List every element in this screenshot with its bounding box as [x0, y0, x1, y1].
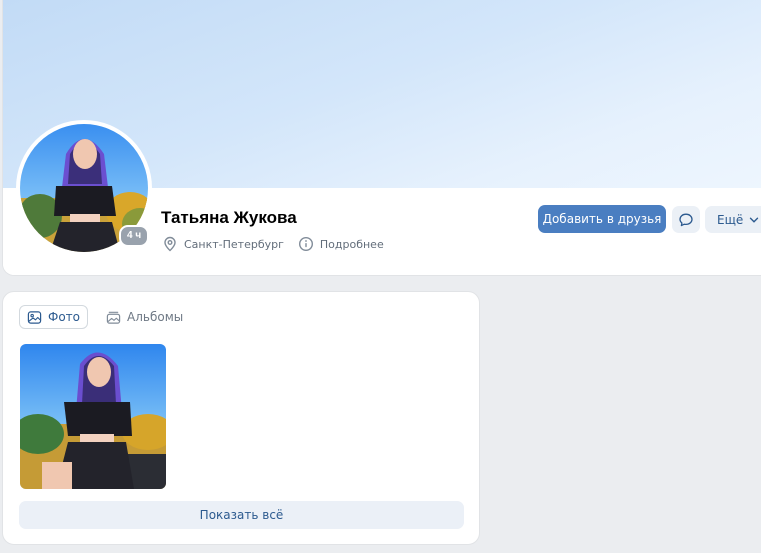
city-label: Санкт-Петербург [184, 237, 284, 251]
tab-albums-label: Альбомы [127, 310, 184, 324]
last-seen-badge: 4 ч [119, 225, 150, 247]
profile-meta: Санкт-Петербург Подробнее [162, 236, 384, 252]
details-link[interactable]: Подробнее [298, 236, 384, 252]
details-label: Подробнее [319, 237, 384, 251]
photo-image [20, 344, 166, 489]
location-pin-icon [164, 236, 176, 252]
message-button[interactable] [672, 206, 700, 233]
albums-icon [106, 311, 121, 324]
profile-name: Татьяна Жукова [161, 208, 297, 227]
photos-section: Фото Альбомы Показать всё [2, 291, 480, 545]
more-label: Ещё [717, 212, 744, 227]
city-item[interactable]: Санкт-Петербург [162, 236, 284, 252]
tab-albums[interactable]: Альбомы [98, 305, 191, 329]
tab-photos-label: Фото [48, 310, 81, 324]
add-friend-button[interactable]: Добавить в друзья [538, 205, 666, 233]
info-icon [298, 236, 313, 252]
message-bubble-icon [679, 213, 693, 226]
photo-icon [27, 310, 42, 324]
photos-tabs: Фото Альбомы [19, 305, 191, 329]
chevron-down-icon [750, 217, 759, 223]
more-button[interactable]: Ещё [705, 206, 761, 233]
tab-photos[interactable]: Фото [19, 305, 89, 329]
photo-thumbnail[interactable] [20, 344, 166, 489]
profile-avatar[interactable]: 4 ч [16, 120, 152, 256]
show-all-button[interactable]: Показать всё [19, 501, 464, 529]
